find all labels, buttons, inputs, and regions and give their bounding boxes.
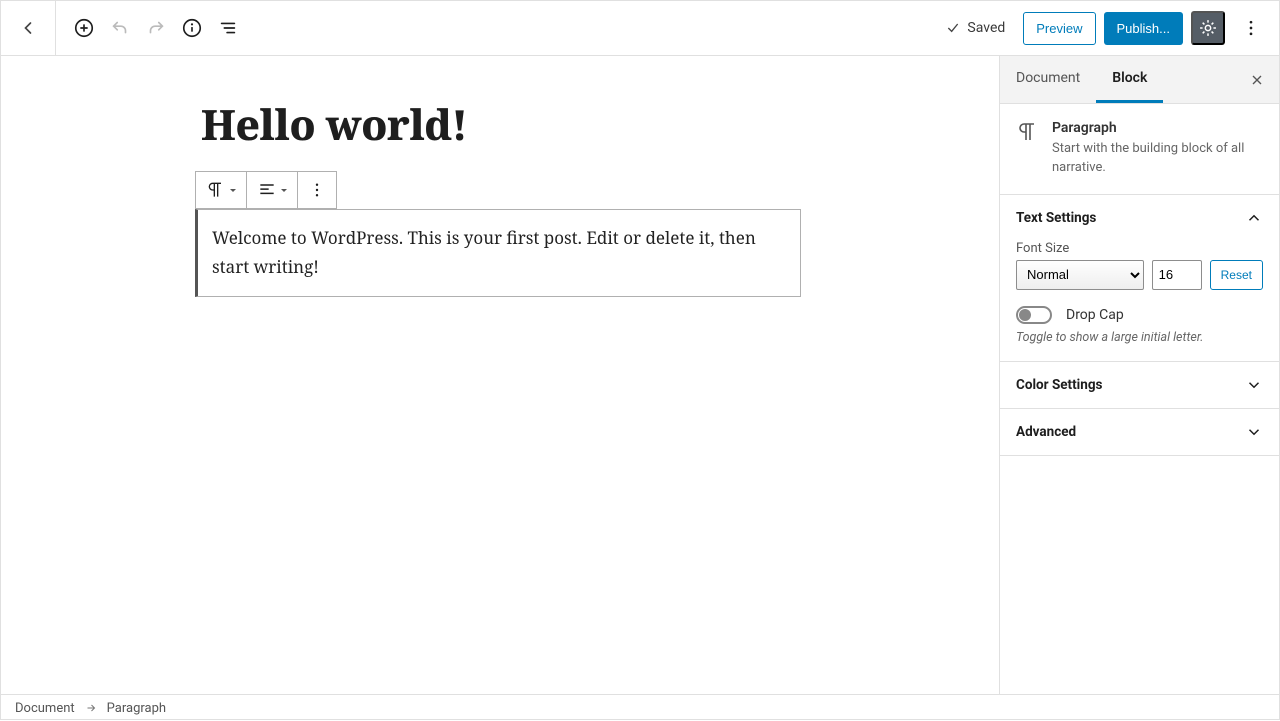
panel-header-advanced[interactable]: Advanced: [1000, 409, 1279, 455]
outline-icon: [217, 17, 239, 39]
save-status: Saved: [945, 20, 1005, 36]
align-left-icon: [257, 180, 277, 200]
panel-title: Text Settings: [1016, 210, 1096, 226]
post-title[interactable]: Hello world!: [201, 96, 801, 153]
more-vertical-icon: [308, 181, 326, 199]
tab-block[interactable]: Block: [1096, 56, 1163, 103]
editor-canvas[interactable]: Hello world! Welcome to WordPress. T: [1, 56, 999, 694]
toolbar-right: Saved Preview Publish...: [945, 10, 1279, 46]
drop-cap-toggle[interactable]: [1016, 306, 1052, 324]
settings-sidebar: Document Block Paragraph Start with the …: [999, 56, 1279, 694]
panel-text-settings: Text Settings Font Size Normal Reset Dro…: [1000, 195, 1279, 362]
chevron-down-icon: [1245, 376, 1263, 394]
font-size-input[interactable]: [1152, 260, 1202, 290]
panel-color-settings: Color Settings: [1000, 362, 1279, 409]
selected-block: Welcome to WordPress. This is your first…: [201, 171, 801, 297]
info-icon: [181, 17, 203, 39]
block-type-button[interactable]: [196, 172, 247, 208]
chevron-down-icon: [281, 189, 287, 192]
font-size-select[interactable]: Normal: [1016, 260, 1144, 290]
font-size-label: Font Size: [1016, 241, 1263, 256]
check-icon: [945, 20, 961, 36]
chevron-down-icon: [1245, 423, 1263, 441]
block-more-button[interactable]: [298, 172, 336, 208]
paragraph-icon: [206, 180, 226, 200]
paragraph-block[interactable]: Welcome to WordPress. This is your first…: [195, 209, 801, 297]
font-size-reset-button[interactable]: Reset: [1210, 260, 1263, 290]
chevron-down-icon: [230, 189, 236, 192]
undo-button[interactable]: [102, 10, 138, 46]
close-sidebar-button[interactable]: [1235, 72, 1279, 88]
gear-icon: [1198, 18, 1218, 38]
more-menu-button[interactable]: [1233, 10, 1269, 46]
arrow-right-icon: [85, 702, 97, 714]
settings-toggle-button[interactable]: [1191, 11, 1225, 45]
drop-cap-label: Drop Cap: [1066, 307, 1124, 323]
panel-advanced: Advanced: [1000, 409, 1279, 456]
more-vertical-icon: [1241, 18, 1261, 38]
panel-title: Color Settings: [1016, 377, 1102, 393]
breadcrumb-root[interactable]: Document: [15, 701, 75, 716]
preview-button[interactable]: Preview: [1023, 12, 1095, 45]
toolbar-left: [1, 1, 246, 55]
top-toolbar: Saved Preview Publish...: [1, 1, 1279, 56]
panel-title: Advanced: [1016, 424, 1076, 440]
block-description: Start with the building block of all nar…: [1052, 140, 1263, 178]
tab-document[interactable]: Document: [1000, 56, 1096, 103]
sidebar-tabs: Document Block: [1000, 56, 1279, 104]
breadcrumb-current: Paragraph: [107, 701, 166, 716]
drop-cap-help: Toggle to show a large initial letter.: [1016, 330, 1263, 345]
paragraph-icon: [1016, 120, 1040, 178]
add-block-button[interactable]: [66, 10, 102, 46]
publish-button[interactable]: Publish...: [1104, 12, 1183, 45]
content-info-button[interactable]: [174, 10, 210, 46]
close-icon: [1249, 72, 1265, 88]
block-info: Paragraph Start with the building block …: [1000, 104, 1279, 195]
chevron-up-icon: [1245, 209, 1263, 227]
panel-header-color-settings[interactable]: Color Settings: [1000, 362, 1279, 408]
plus-circle-icon: [73, 17, 95, 39]
block-toolbar: [195, 171, 337, 209]
redo-button[interactable]: [138, 10, 174, 46]
breadcrumb: Document Paragraph: [1, 694, 1279, 721]
chevron-left-icon: [18, 18, 38, 38]
panel-header-text-settings[interactable]: Text Settings: [1000, 195, 1279, 241]
block-navigation-button[interactable]: [210, 10, 246, 46]
block-align-button[interactable]: [247, 172, 298, 208]
save-status-label: Saved: [967, 20, 1005, 36]
back-button[interactable]: [1, 1, 56, 55]
redo-icon: [145, 17, 167, 39]
main-area: Hello world! Welcome to WordPress. T: [1, 56, 1279, 694]
undo-icon: [109, 17, 131, 39]
block-name: Paragraph: [1052, 120, 1263, 136]
